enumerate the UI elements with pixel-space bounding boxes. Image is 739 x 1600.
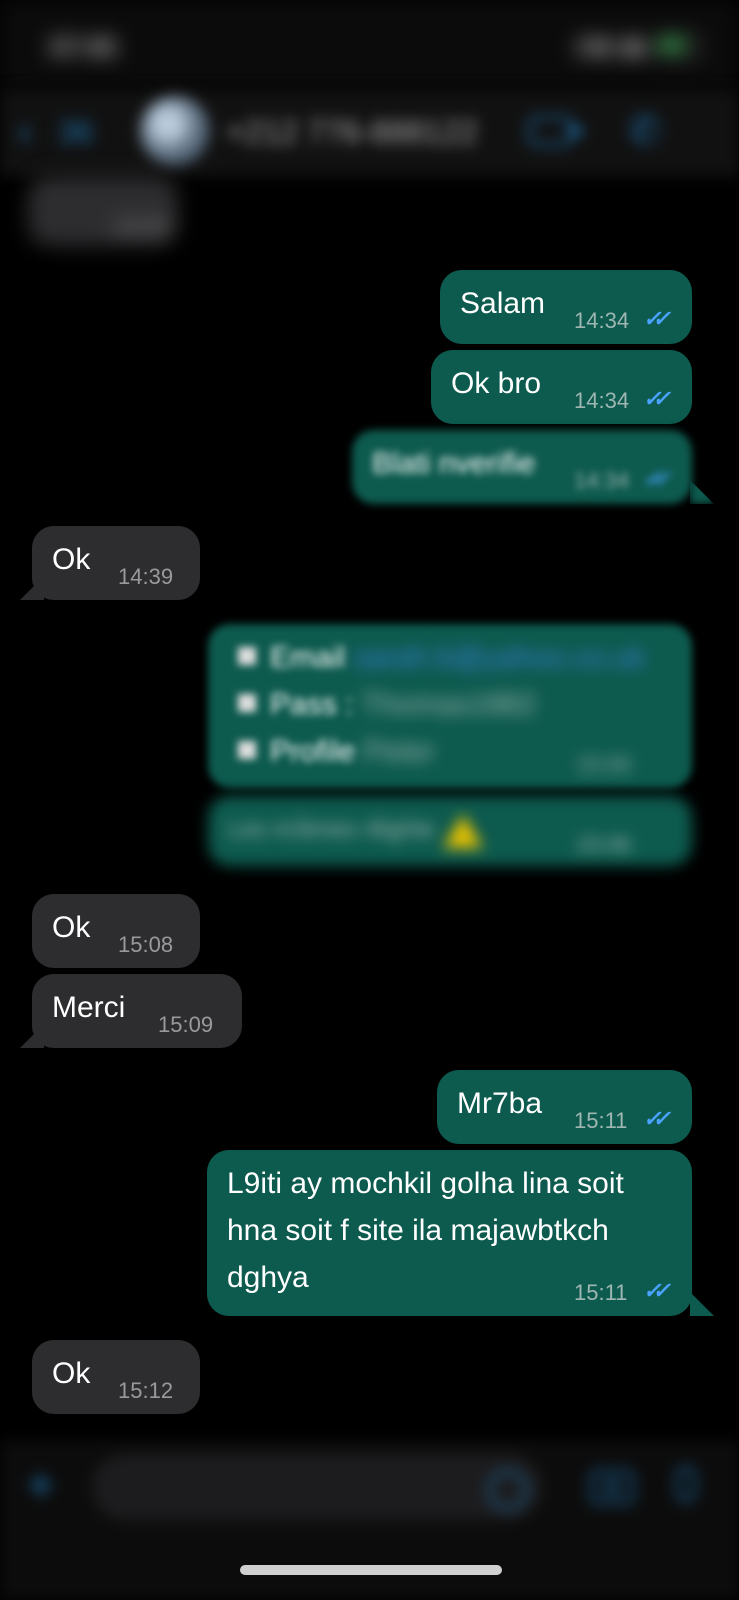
message-text-line: dghya xyxy=(227,1261,309,1294)
message-text-line: L9iti ay mochkil golha lina soit xyxy=(227,1167,624,1200)
message-text: Les m3imes 4lighte xyxy=(228,806,483,853)
microphone-icon[interactable] xyxy=(676,1466,696,1502)
message-bubble-incoming[interactable]: Ok 14:39 xyxy=(32,526,200,600)
plus-icon[interactable]: + xyxy=(26,1460,55,1510)
camera-icon[interactable] xyxy=(590,1470,634,1504)
back-unread-count[interactable]: 36 xyxy=(58,114,94,151)
message-bubble-outgoing[interactable]: Les m3imes 4lighte 15:06 xyxy=(208,796,692,866)
message-bubble-outgoing[interactable]: Email sarah.b@yahoo.co.uk Pass : Thomas1… xyxy=(208,624,692,788)
checkbox-square-icon xyxy=(238,647,256,666)
message-bubble-outgoing[interactable]: Mr7ba 15:11 ✓✓ xyxy=(437,1070,692,1144)
message-time: 14:33 xyxy=(114,214,170,239)
message-time: 15:09 xyxy=(158,1012,214,1037)
status-time: 07:05 xyxy=(50,32,117,62)
message-time: 15:06 xyxy=(576,752,632,777)
credential-label: Profile xyxy=(270,735,356,768)
message-text: Salam xyxy=(460,287,546,320)
battery-icon xyxy=(655,36,699,58)
message-bubble-outgoing[interactable]: L9iti ay mochkil golha lina soit hna soi… xyxy=(207,1150,692,1316)
message-text-line: hna soit f site ila majawbtkch xyxy=(227,1214,609,1247)
chevron-left-icon[interactable]: ‹ xyxy=(18,110,32,152)
credential-line-profile: Profile Peter xyxy=(238,728,435,775)
status-bar: 07:05 xyxy=(0,0,739,90)
message-bubble-incoming[interactable]: Ok 15:08 xyxy=(32,894,200,968)
warning-icon xyxy=(442,813,483,848)
read-ticks-icon: ✓✓ xyxy=(643,1278,671,1303)
avatar[interactable] xyxy=(140,96,210,166)
credential-value: Peter xyxy=(363,735,436,768)
wifi-icon xyxy=(621,38,645,56)
credential-label: Email xyxy=(270,641,346,674)
message-time: 15:11 xyxy=(574,1108,628,1133)
credential-value: Thomas1882 xyxy=(361,688,537,721)
bubble-tail xyxy=(690,480,714,504)
credential-label: Pass : xyxy=(270,688,354,721)
message-time: 14:34 xyxy=(574,308,630,333)
video-call-icon[interactable] xyxy=(528,116,585,146)
message-text: Merci xyxy=(52,991,126,1024)
message-text: Blati nverifie xyxy=(372,447,536,480)
message-text: Ok xyxy=(52,1357,91,1390)
message-composer: + xyxy=(0,1440,739,1600)
contact-name[interactable]: +212 776-888122 xyxy=(226,114,478,151)
message-text: Ok bro xyxy=(451,367,542,400)
message-text: Ok xyxy=(52,543,91,576)
message-time: 14:34 xyxy=(574,388,630,413)
signal-icon xyxy=(577,38,611,56)
message-bubble-incoming[interactable]: Merci 15:09 xyxy=(32,974,242,1048)
home-indicator xyxy=(240,1565,502,1575)
message-bubble-incoming[interactable]: Ok 15:12 xyxy=(32,1340,200,1414)
message-time: 14:34 xyxy=(574,468,630,493)
phone-icon[interactable]: ✆ xyxy=(628,108,662,154)
message-time: 14:39 xyxy=(118,564,174,589)
checkbox-square-icon xyxy=(238,694,256,713)
message-text: Ok xyxy=(52,911,91,944)
status-icons xyxy=(577,36,699,58)
message-bubble-outgoing[interactable]: Salam 14:34 ✓✓ xyxy=(440,270,692,344)
message-input[interactable] xyxy=(92,1454,542,1520)
message-bubble-incoming[interactable]: 14:33 xyxy=(28,176,178,246)
read-ticks-icon: ✓✓ xyxy=(643,386,671,411)
message-bubble-outgoing[interactable]: Blati nverifie 14:34 ✓✓ xyxy=(352,430,692,504)
message-time: 15:12 xyxy=(118,1378,174,1403)
credential-line-email: Email sarah.b@yahoo.co.uk xyxy=(238,634,646,681)
sticker-icon[interactable] xyxy=(488,1470,528,1510)
credential-value: sarah.b@yahoo.co.uk xyxy=(353,641,646,674)
bubble-tail xyxy=(690,1292,714,1316)
message-time: 15:06 xyxy=(576,832,632,857)
checkbox-square-icon xyxy=(238,741,256,760)
message-bubble-outgoing[interactable]: Ok bro 14:34 ✓✓ xyxy=(431,350,692,424)
credential-line-pass: Pass : Thomas1882 xyxy=(238,681,536,728)
chat-header: ‹ 36 +212 776-888122 ✆ xyxy=(0,90,739,176)
message-text: Mr7ba xyxy=(457,1087,543,1120)
read-ticks-icon: ✓✓ xyxy=(643,1106,671,1131)
read-ticks-icon: ✓✓ xyxy=(643,466,671,491)
read-ticks-icon: ✓✓ xyxy=(643,306,671,331)
message-time: 15:11 xyxy=(574,1280,628,1305)
message-time: 15:08 xyxy=(118,932,174,957)
